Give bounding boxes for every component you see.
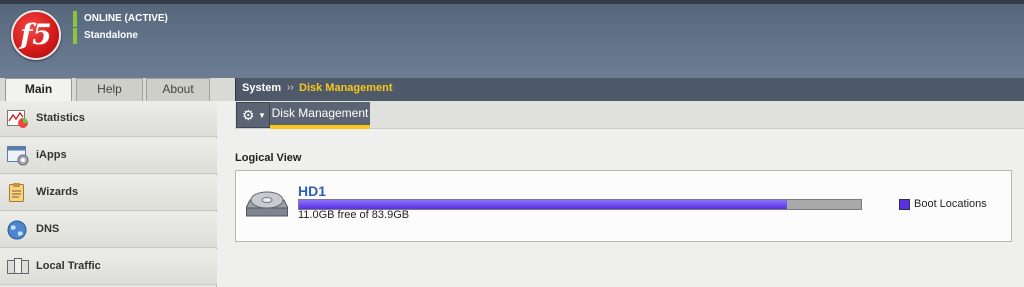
breadcrumb: System ›› Disk Management bbox=[235, 78, 1024, 101]
section-title: Logical View bbox=[235, 152, 302, 164]
gear-menu-button[interactable]: ⚙ ▼ bbox=[236, 102, 270, 128]
sidebar-item-statistics[interactable]: Statistics bbox=[0, 101, 217, 137]
disk-name-link[interactable]: HD1 bbox=[298, 183, 326, 199]
dns-globe-icon bbox=[7, 220, 27, 240]
gear-icon: ⚙ bbox=[242, 107, 255, 123]
main-tabs: Main Help About bbox=[0, 78, 236, 101]
hard-disk-icon[interactable] bbox=[246, 186, 288, 220]
sidebar-item-label: DNS bbox=[36, 223, 60, 235]
sidebar-item-wizards[interactable]: Wizards bbox=[0, 175, 217, 211]
breadcrumb-system[interactable]: System bbox=[242, 82, 281, 94]
wizards-icon bbox=[9, 183, 24, 202]
iapps-icon bbox=[7, 146, 29, 166]
sidebar: Statistics iApps Wizards DNS Local Traff… bbox=[0, 101, 217, 287]
sidebar-item-label: iApps bbox=[36, 149, 67, 161]
tab-disk-management[interactable]: Disk Management bbox=[270, 102, 370, 129]
breadcrumb-separator: ›› bbox=[287, 82, 294, 93]
sidebar-item-label: Statistics bbox=[36, 112, 85, 124]
header-banner: f5 ONLINE (ACTIVE) Standalone bbox=[0, 0, 1024, 78]
disk-free-text: 11.0GB free of 83.9GB bbox=[298, 209, 410, 221]
local-traffic-icon bbox=[7, 258, 29, 274]
tab-main[interactable]: Main bbox=[5, 78, 72, 101]
chevron-down-icon: ▼ bbox=[258, 111, 266, 120]
sidebar-item-label: Local Traffic bbox=[36, 260, 101, 272]
sidebar-item-dns[interactable]: DNS bbox=[0, 212, 217, 248]
sidebar-item-local-traffic[interactable]: Local Traffic bbox=[0, 249, 217, 285]
disk-usage-fill bbox=[299, 200, 788, 209]
sidebar-item-iapps[interactable]: iApps bbox=[0, 138, 217, 174]
status-online: ONLINE (ACTIVE) bbox=[73, 11, 168, 27]
f5-logo[interactable]: f5 bbox=[11, 10, 61, 60]
tab-help[interactable]: Help bbox=[76, 78, 143, 101]
boot-locations-swatch bbox=[899, 199, 910, 210]
statistics-icon bbox=[7, 110, 28, 128]
sub-toolbar: ⚙ ▼ Disk Management bbox=[235, 101, 1024, 129]
logical-view-panel: HD1 11.0GB free of 83.9GB Boot Locations bbox=[235, 170, 1012, 242]
status-mode: Standalone bbox=[73, 28, 138, 44]
sidebar-item-label: Wizards bbox=[36, 186, 79, 198]
breadcrumb-current: Disk Management bbox=[299, 82, 393, 94]
boot-locations-label: Boot Locations bbox=[914, 198, 987, 210]
tab-about[interactable]: About bbox=[146, 78, 210, 101]
